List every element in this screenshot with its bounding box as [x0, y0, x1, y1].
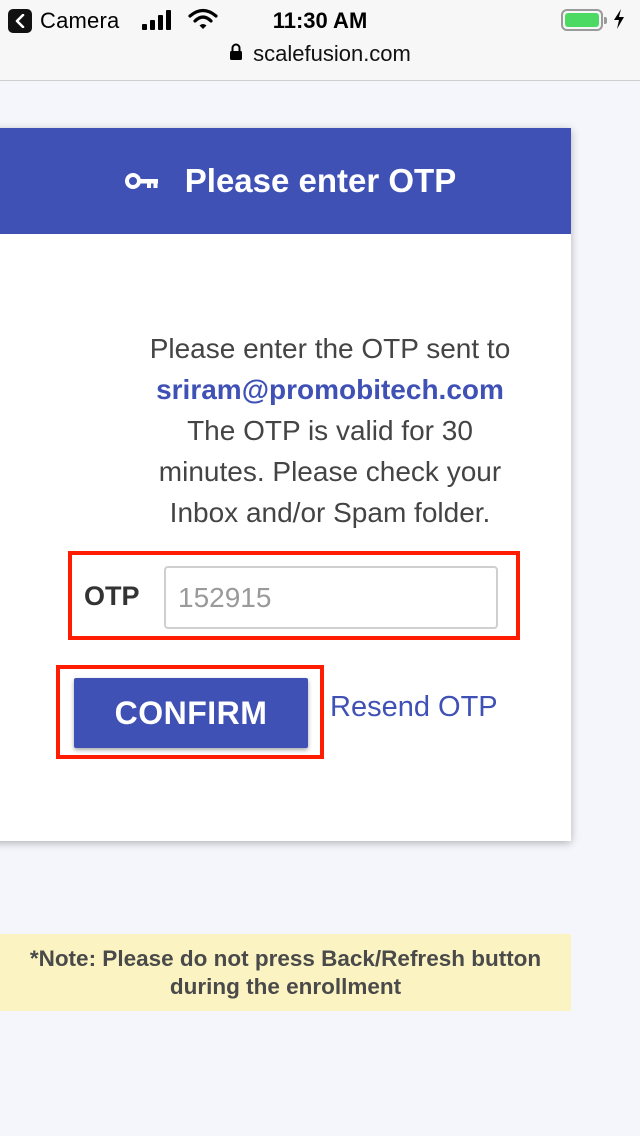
- instruction-line: Inbox and/or Spam folder.: [169, 497, 491, 528]
- key-icon: [124, 172, 159, 190]
- instruction-line: The OTP is valid for 30: [187, 415, 473, 446]
- browser-top-bar: Camera 11:30 AM scalefusion.com: [0, 0, 640, 81]
- instruction-line: minutes. Please check your: [158, 456, 502, 487]
- status-time: 11:30 AM: [272, 8, 368, 33]
- enrollment-note: *Note: Please do not press Back/Refresh …: [0, 934, 571, 1011]
- recipient-email: sriram@promobitech.com: [156, 374, 504, 405]
- battery-icon: [561, 9, 607, 31]
- charging-bolt-icon: [612, 8, 626, 35]
- note-line: during the enrollment: [169, 974, 402, 999]
- note-line: *Note: Please do not press Back/Refresh …: [29, 946, 542, 971]
- card-title: Please enter OTP: [184, 162, 457, 199]
- instruction-line: Please enter the OTP sent to: [149, 333, 511, 364]
- otp-field-highlight: OTP: [68, 551, 520, 640]
- address-bar[interactable]: scalefusion.com: [0, 40, 640, 68]
- otp-card: Please enter OTP Please enter the OTP se…: [0, 128, 571, 841]
- card-header: Please enter OTP: [0, 128, 571, 234]
- otp-input[interactable]: [164, 566, 498, 629]
- confirm-button[interactable]: CONFIRM: [74, 678, 308, 748]
- resend-otp-link[interactable]: Resend OTP: [330, 691, 498, 724]
- url-text: scalefusion.com: [253, 41, 411, 66]
- lock-icon: [229, 43, 243, 66]
- confirm-button-highlight: CONFIRM: [56, 665, 324, 759]
- otp-instructions: Please enter the OTP sent to sriram@prom…: [50, 328, 610, 533]
- otp-label: OTP: [84, 581, 140, 611]
